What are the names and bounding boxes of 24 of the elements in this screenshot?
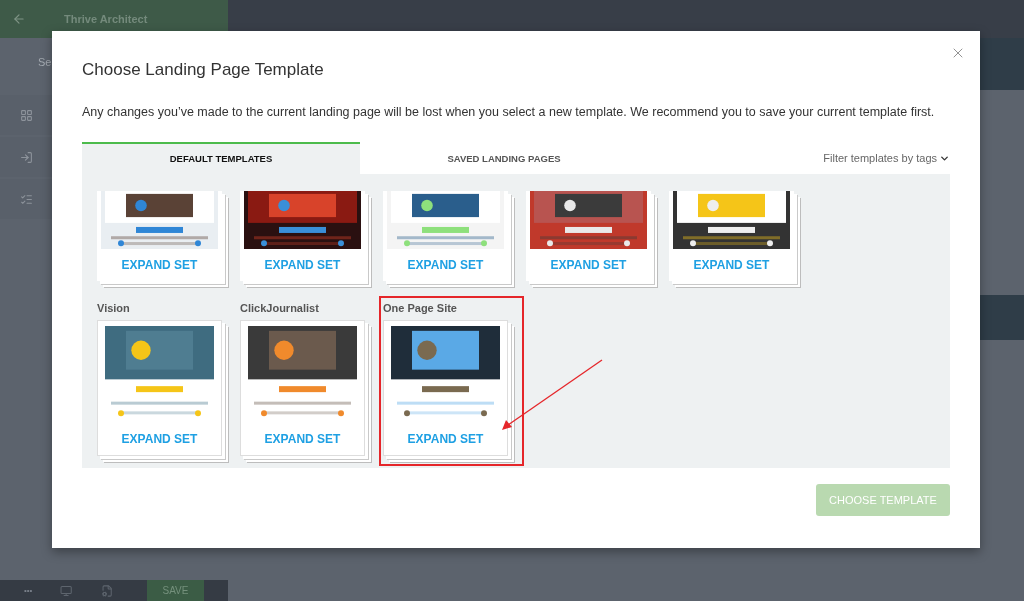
expand-set-link[interactable]: EXPAND SET	[407, 423, 484, 455]
expand-set-link[interactable]: EXPAND SET	[121, 423, 198, 455]
expand-set-link[interactable]: EXPAND SET	[550, 249, 627, 281]
panel-strip	[980, 295, 1024, 340]
save-button[interactable]: SAVE	[146, 580, 204, 601]
filter-dropdown[interactable]: Filter templates by tags	[823, 142, 950, 174]
grid-icon[interactable]	[19, 108, 33, 122]
file-icon[interactable]	[100, 583, 113, 598]
tab[interactable]: DEFAULT TEMPLATES	[82, 142, 360, 174]
set-name: ClickJournalist	[240, 301, 320, 316]
list-icon[interactable]	[19, 192, 33, 206]
login-icon[interactable]	[19, 150, 33, 164]
set-name: Vision	[97, 301, 131, 316]
expand-set-link[interactable]: EXPAND SET	[407, 249, 484, 281]
modal-title: Choose Landing Page Template	[82, 59, 325, 81]
expand-set-link[interactable]: EXPAND SET	[693, 249, 770, 281]
back-icon[interactable]	[12, 12, 26, 26]
expand-set-link[interactable]: EXPAND SET	[121, 249, 198, 281]
monitor-icon[interactable]	[60, 583, 73, 598]
more-text[interactable]: •••	[24, 584, 33, 597]
set-name: One Page Site	[383, 301, 458, 316]
expand-set-link[interactable]: EXPAND SET	[264, 249, 341, 281]
expand-set-link[interactable]: EXPAND SET	[264, 423, 341, 455]
modal-message: Any changes you’ve made to the current landing page will be lost when you select a new template. We recommend you to save your current template first.	[82, 104, 936, 120]
